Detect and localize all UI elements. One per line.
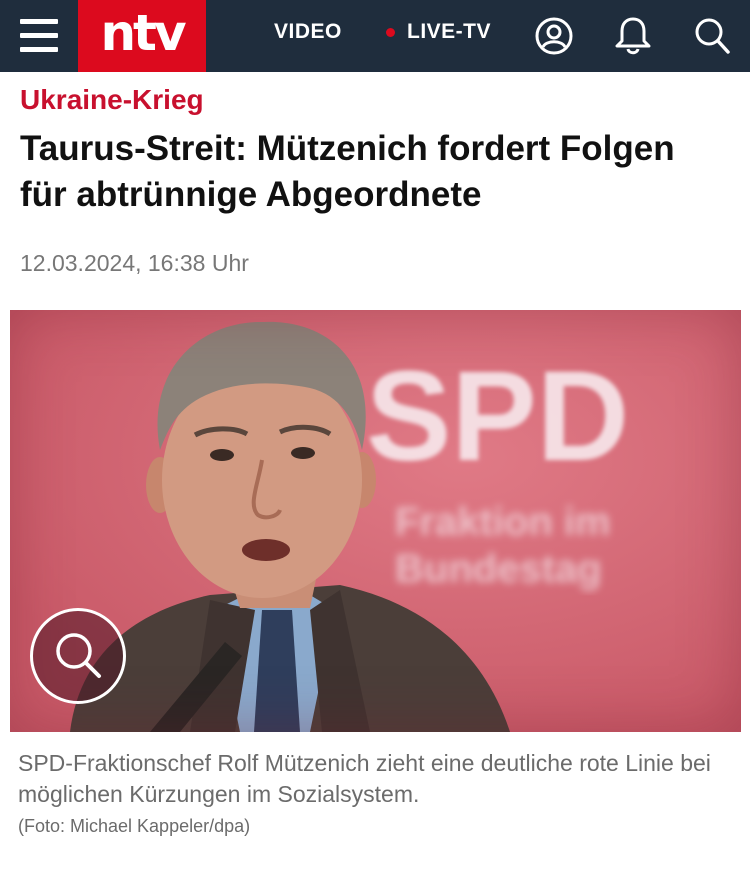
menu-icon[interactable] bbox=[18, 16, 62, 56]
magnifier-icon bbox=[56, 633, 101, 678]
photo-credit: (Foto: Michael Kappeler/dpa) bbox=[18, 816, 251, 836]
nav-live-tv-link[interactable]: LIVE-TV bbox=[386, 20, 491, 44]
bell-icon[interactable] bbox=[611, 14, 655, 58]
ntv-logo[interactable]: ntv bbox=[78, 0, 206, 72]
search-icon[interactable] bbox=[690, 14, 734, 58]
zoom-button[interactable] bbox=[30, 608, 126, 704]
article-kicker[interactable]: Ukraine-Krieg bbox=[20, 84, 204, 116]
article-timestamp: 12.03.2024, 16:38 Uhr bbox=[20, 250, 249, 276]
photo-caption: SPD-Fraktionschef Rolf Mützenich zieht e… bbox=[18, 750, 711, 807]
live-dot-icon bbox=[386, 27, 395, 37]
article-headline: Taurus-Streit: Mützenich fordert Folgen … bbox=[20, 129, 675, 214]
nav-video-link[interactable]: VIDEO bbox=[274, 20, 342, 44]
site-header: ntv VIDEO LIVE-TV bbox=[0, 0, 750, 72]
logo-text: ntv bbox=[100, 4, 186, 62]
user-icon[interactable] bbox=[532, 14, 576, 58]
live-tv-label: LIVE-TV bbox=[407, 20, 492, 43]
